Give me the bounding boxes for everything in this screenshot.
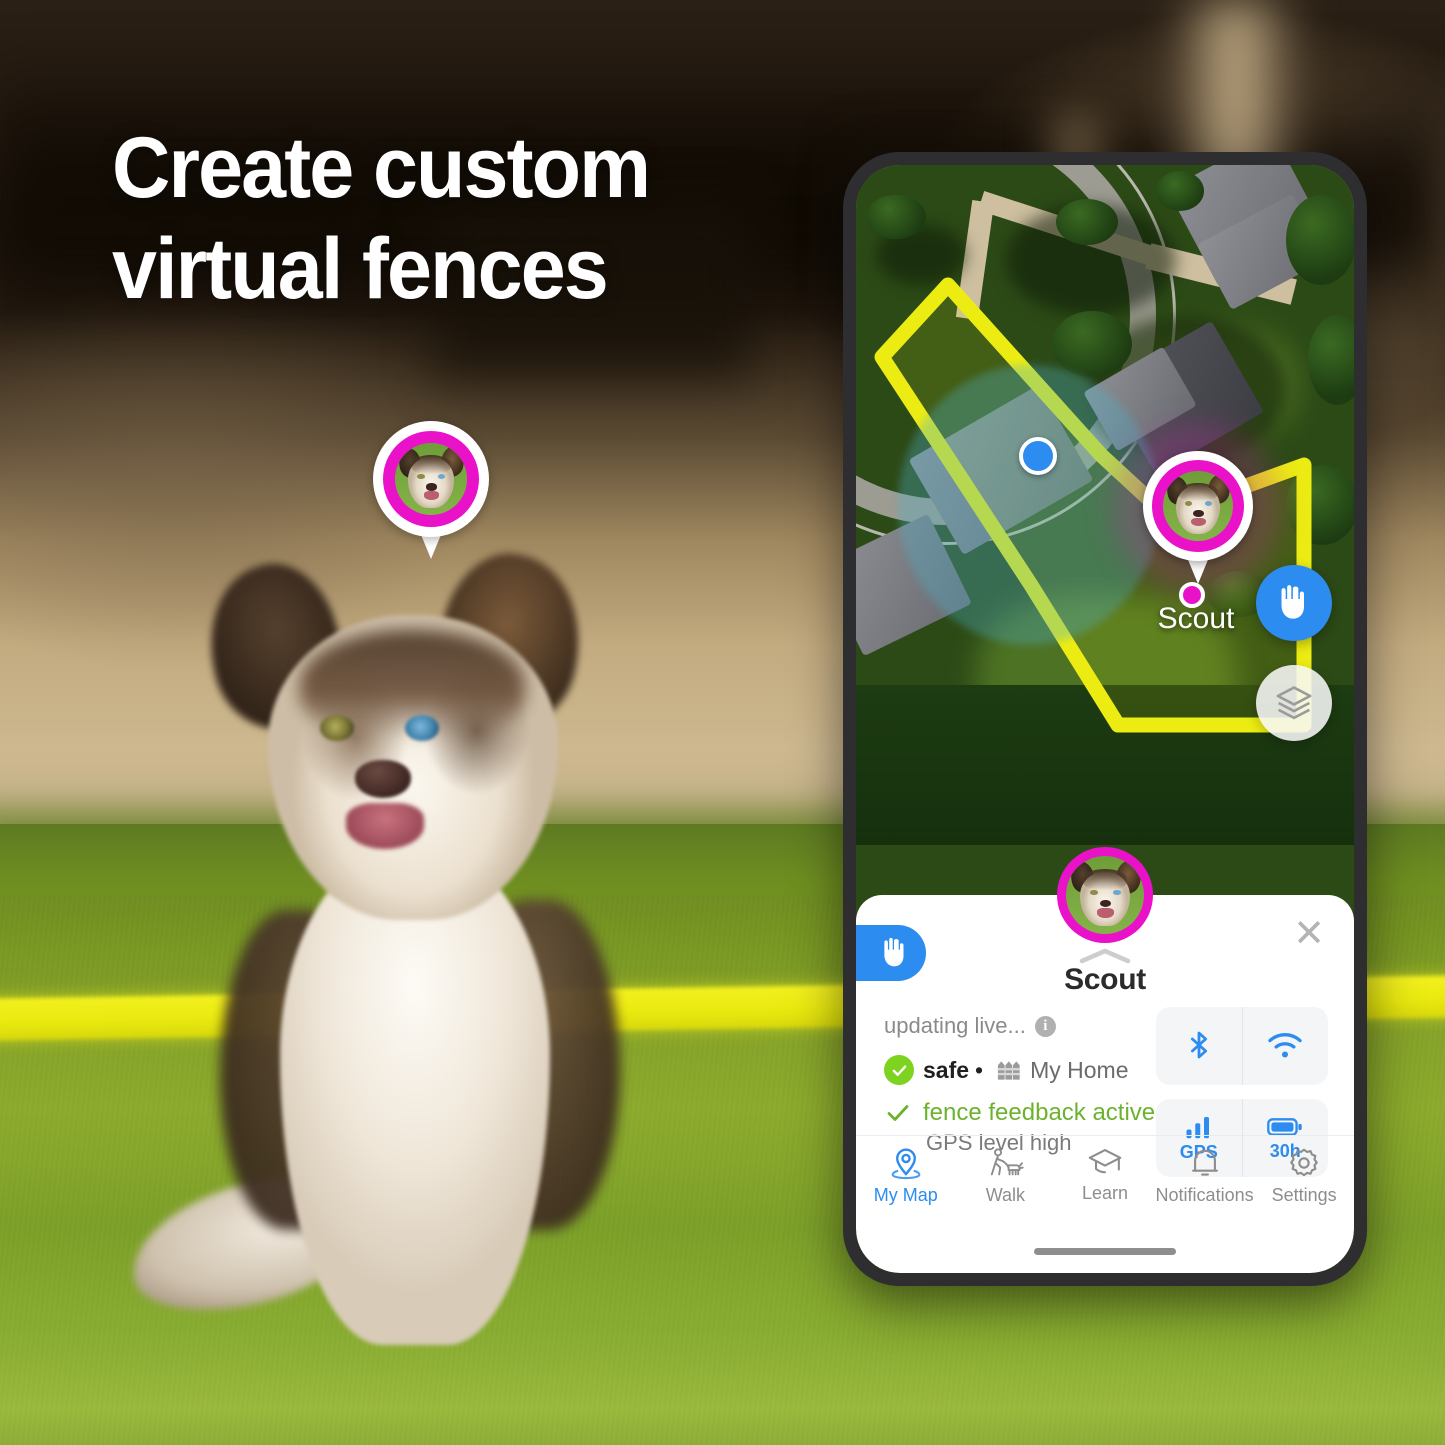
nav-label-notifications: Notifications [1155, 1185, 1254, 1205]
bottom-navigation: My Map Walk Learn Notifications Settings [856, 1135, 1354, 1231]
nav-item-notifications[interactable]: Notifications [1155, 1146, 1255, 1206]
dog-photo [120, 540, 670, 1345]
nav-label-learn: Learn [1081, 1183, 1128, 1203]
connectivity-chip-card [1156, 1007, 1328, 1085]
live-status-row: updating live... i [884, 1013, 1184, 1039]
nav-item-settings[interactable]: Settings [1254, 1146, 1354, 1206]
page-title: Create custom virtual fences [112, 120, 651, 317]
pin-ring [383, 431, 479, 527]
nav-label-walk: Walk [985, 1185, 1026, 1205]
check-circle-icon [884, 1055, 914, 1085]
pet-name: Scout [1064, 963, 1146, 996]
wifi-chip[interactable] [1241, 1007, 1329, 1085]
bluetooth-icon [1190, 1031, 1207, 1059]
safe-status-row: safe • My Home [884, 1055, 1184, 1085]
user-location-dot [1019, 437, 1057, 475]
bluetooth-chip[interactable] [1156, 1007, 1242, 1085]
dog-chest [280, 845, 550, 1345]
map-pin-icon [891, 1148, 921, 1180]
nav-label-my-map: My Map [873, 1185, 938, 1205]
info-icon[interactable]: i [1034, 1015, 1056, 1037]
pet-pin-bubble [1143, 451, 1253, 561]
close-icon[interactable]: ✕ [1286, 911, 1332, 957]
home-indicator [1034, 1248, 1176, 1255]
safe-label: safe [923, 1056, 970, 1083]
place-label: My Home [1030, 1056, 1129, 1083]
phone-screen: Scout ✕ Scout updating live... i safe • … [856, 165, 1354, 1273]
dog-location-pin [373, 421, 489, 561]
nav-item-walk[interactable]: Walk [956, 1146, 1056, 1206]
live-status-label: updating live... [884, 1013, 1026, 1038]
check-icon [884, 1101, 912, 1125]
hand-stop-icon [1281, 585, 1304, 619]
nav-label-settings: Settings [1271, 1185, 1337, 1205]
graduation-cap-icon [1088, 1149, 1122, 1174]
pause-tracking-button[interactable] [1256, 565, 1332, 641]
fence-feedback-row: fence feedback active [884, 1099, 1184, 1127]
gear-icon [1290, 1148, 1318, 1177]
pin-dog-avatar [395, 443, 467, 515]
pet-detail-sheet: ✕ Scout updating live... i safe • My Hom… [856, 847, 1354, 1273]
map-layers-button[interactable] [1256, 665, 1332, 741]
nav-item-my-map[interactable]: My Map [856, 1146, 956, 1206]
dog-nose [355, 760, 411, 798]
pet-map-pin[interactable] [1143, 451, 1253, 585]
status-separator: • [975, 1056, 984, 1083]
fence-icon [996, 1059, 1021, 1081]
dog-mouth [346, 803, 424, 849]
wifi-icon [1268, 1033, 1302, 1058]
layers-icon [1276, 686, 1312, 720]
pet-avatar[interactable] [1057, 847, 1153, 943]
dog-eye-right [405, 715, 439, 741]
dog-eye-left [320, 715, 354, 741]
pin-bubble [373, 421, 489, 537]
nav-item-learn[interactable]: Learn [1055, 1146, 1155, 1204]
bell-icon [1191, 1149, 1218, 1176]
walk-dog-icon [991, 1148, 1025, 1176]
pet-pin-ring [1152, 460, 1244, 552]
fence-feedback-label: fence feedback active [923, 1099, 1156, 1126]
pet-pin-avatar [1163, 471, 1233, 541]
phone-frame: Scout ✕ Scout updating live... i safe • … [843, 152, 1367, 1286]
